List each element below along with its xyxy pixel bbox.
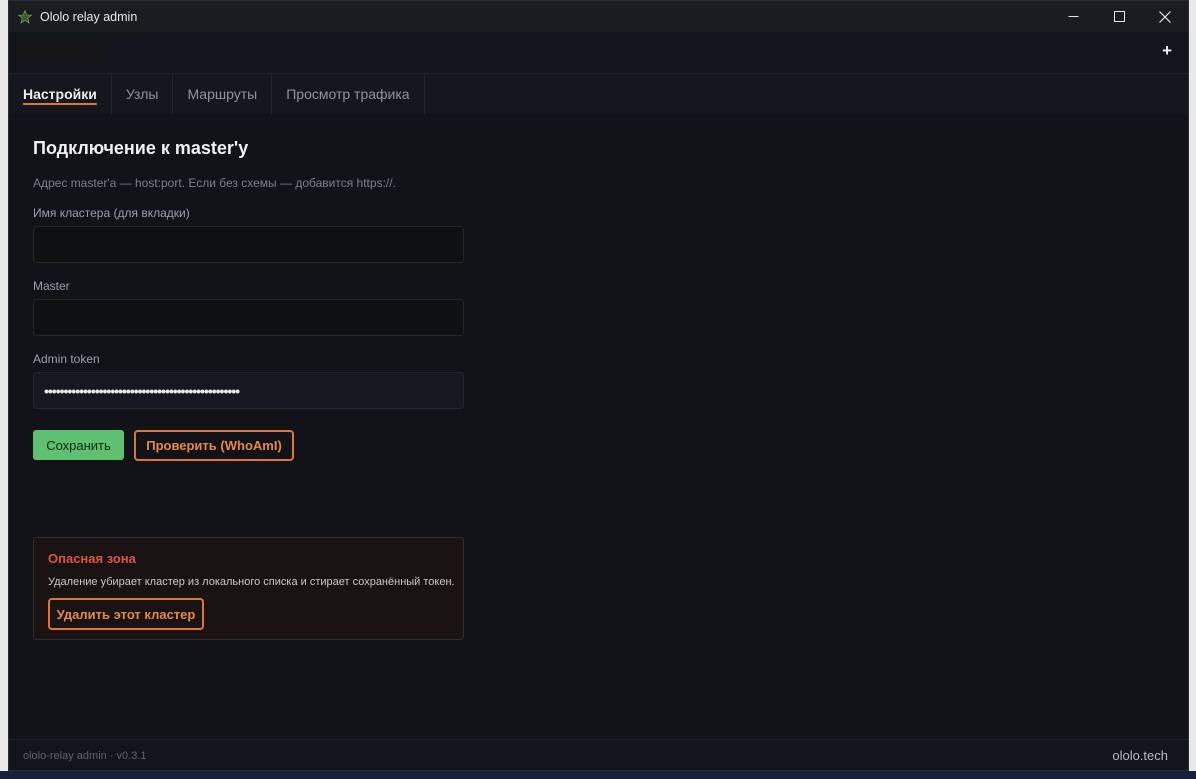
app-star-icon — [18, 9, 32, 24]
admin-token-label: Admin token — [33, 352, 100, 366]
check-whoami-button[interactable]: Проверить (WhoAmI) — [134, 430, 294, 461]
title-bar[interactable]: Ololo relay admin — [9, 1, 1188, 32]
version-text: ololo-relay admin · v0.3.1 — [23, 750, 147, 762]
danger-zone: Опасная зона Удаление убирает кластер из… — [33, 537, 464, 640]
maximize-icon — [1113, 11, 1125, 22]
desktop-background-bottom — [0, 771, 1196, 779]
minimize-icon — [1068, 16, 1078, 17]
brand-text: ololo.tech — [1112, 748, 1168, 763]
cluster-bar: + — [9, 32, 1188, 74]
footer: ololo-relay admin · v0.3.1 ololo.tech — [9, 739, 1188, 770]
desktop-background-left — [0, 0, 8, 779]
master-input[interactable] — [33, 299, 464, 336]
app-window: Ololo relay admin + Настройки Узлы Маршр… — [8, 0, 1189, 771]
close-button[interactable] — [1142, 1, 1188, 32]
window-title: Ololo relay admin — [40, 9, 138, 24]
page-title: Подключение к master'у — [33, 138, 249, 158]
window-controls — [1050, 1, 1188, 32]
minimize-button[interactable] — [1050, 1, 1096, 32]
danger-zone-title: Опасная зона — [48, 551, 136, 566]
cluster-tab[interactable] — [13, 43, 99, 61]
cluster-name-label: Имя кластера (для вкладки) — [33, 206, 190, 220]
master-address-hint: Адрес master'а — host:port. Если без схе… — [33, 176, 396, 190]
tab-routes[interactable]: Маршруты — [173, 74, 273, 114]
cluster-name-input[interactable] — [33, 226, 464, 263]
tab-settings[interactable]: Настройки — [9, 74, 112, 114]
add-cluster-button[interactable]: + — [1162, 41, 1172, 61]
admin-token-input[interactable]: ••••••••••••••••••••••••••••••••••••••••… — [33, 372, 464, 409]
tab-traffic-view[interactable]: Просмотр трафика — [272, 74, 425, 114]
tab-nodes[interactable]: Узлы — [112, 74, 174, 114]
tab-bar: Настройки Узлы Маршруты Просмотр трафика — [9, 74, 1188, 114]
delete-cluster-button[interactable]: Удалить этот кластер — [48, 598, 204, 630]
danger-zone-text: Удаление убирает кластер из локального с… — [48, 576, 455, 588]
master-label: Master — [33, 279, 70, 293]
desktop-background-right — [1189, 0, 1196, 779]
close-icon — [1159, 10, 1171, 23]
settings-panel: Подключение к master'у Адрес master'а — … — [9, 114, 1188, 739]
save-button[interactable]: Сохранить — [33, 430, 124, 460]
maximize-button[interactable] — [1096, 1, 1142, 32]
